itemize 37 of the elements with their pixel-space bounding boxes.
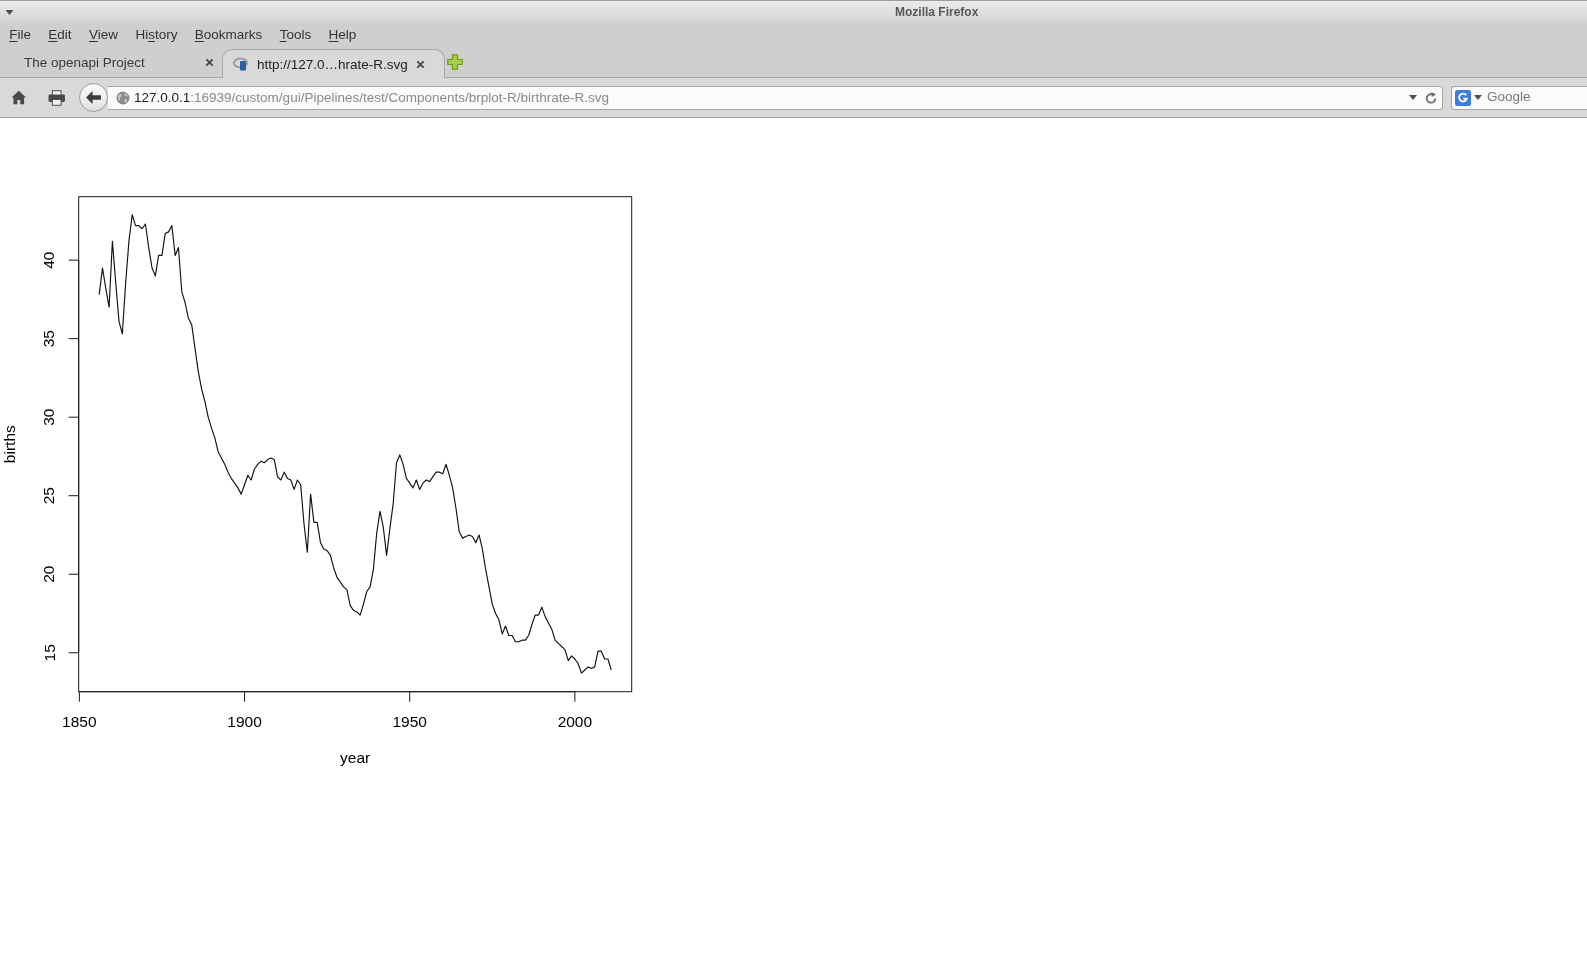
close-icon[interactable] (415, 59, 425, 69)
globe-icon (116, 90, 130, 105)
menu-item[interactable]: History (126, 26, 187, 43)
y-tick-label: 25 (40, 487, 58, 505)
home-icon[interactable] (11, 90, 27, 105)
search-engine-icon[interactable] (1455, 89, 1471, 106)
address-field[interactable]: 127.0.0.1:16939/custom/gui/Pipelines/test/Components/brplot-R/birthrate-R.svg (108, 85, 1443, 110)
print-icon[interactable] (47, 89, 65, 106)
menu-item[interactable]: View (80, 26, 127, 43)
menu-item[interactable]: Bookmarks (186, 26, 271, 43)
tab[interactable]: The openapi Project (12, 48, 220, 77)
x-tick-label: 2000 (557, 713, 593, 730)
back-button[interactable] (79, 83, 108, 112)
y-tick-label: 30 (40, 408, 58, 426)
x-tick-label: 1850 (62, 713, 97, 730)
window-title: Mozilla Firefox (895, 4, 979, 20)
y-tick-label: 20 (40, 565, 58, 583)
tab[interactable]: http://127.0…hrate-R.svg (222, 49, 445, 78)
caret-icon[interactable] (5, 9, 14, 15)
x-tick-label: 1950 (392, 713, 427, 730)
menu-item[interactable]: Help (319, 26, 366, 43)
search-box[interactable]: Google (1451, 85, 1587, 110)
y-axis-title: births (1, 425, 18, 464)
x-tick-label: 1900 (227, 713, 262, 730)
caret-icon[interactable] (1409, 95, 1417, 100)
reload-icon[interactable] (1425, 91, 1437, 104)
y-tick-label: 15 (40, 644, 58, 662)
search-field[interactable]: Google (1487, 88, 1587, 107)
caret-icon[interactable] (1474, 95, 1482, 100)
close-icon[interactable] (205, 58, 214, 67)
y-tick-label: 35 (40, 330, 58, 348)
y-tick-label: 40 (40, 251, 58, 269)
menu-item[interactable]: File (0, 26, 40, 43)
x-axis-title: year (340, 749, 371, 766)
menu-item[interactable]: Tools (271, 26, 320, 43)
left-arrow-icon (86, 91, 101, 104)
menu-item[interactable]: Edit (39, 26, 81, 43)
